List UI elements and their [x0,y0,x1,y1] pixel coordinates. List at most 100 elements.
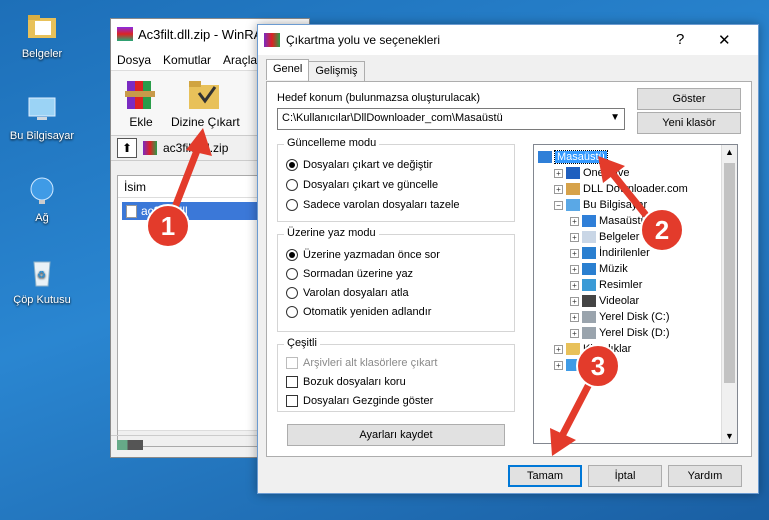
checkbox[interactable] [286,395,298,407]
up-folder-button[interactable]: ⬆ [117,138,137,158]
add-button[interactable]: Ekle [121,77,161,129]
expand-icon[interactable]: + [554,360,563,370]
expand-icon[interactable]: + [570,264,579,274]
ok-button[interactable]: Tamam [508,465,582,487]
expand-icon[interactable]: + [554,184,563,194]
menu-file[interactable]: Dosya [117,53,151,67]
music-icon [582,263,596,275]
radio-button[interactable] [286,199,298,211]
overwrite-option-skip[interactable]: Varolan dosyaları atla [286,287,409,299]
tab-strip: Genel Gelişmiş [266,59,365,82]
checkbox[interactable] [286,376,298,388]
tree-item-label: Bu Bilgisayar [583,199,648,211]
tree-item-label: Yerel Disk (C:) [599,311,670,323]
tab-advanced[interactable]: Gelişmiş [308,61,365,82]
extract-folder-icon [185,77,225,113]
tree-item-label: Belgeler [599,231,640,243]
overwrite-option-without-prompt[interactable]: Sormadan üzerine yaz [286,268,413,280]
tree-item[interactable]: + Yerel Disk (D:) [570,325,670,341]
option-label: Dosyaları Gezginde göster [303,395,434,407]
update-option-extract-replace[interactable]: Dosyaları çıkart ve değiştir [286,159,433,171]
radio-button[interactable] [286,287,298,299]
tree-item-label: DLL Downloader.com [583,183,688,195]
desktop-icon-documents[interactable]: Belgeler [4,10,80,60]
expand-icon[interactable]: + [570,248,579,258]
tree-item-label: Müzik [599,263,628,275]
expand-icon[interactable]: + [570,280,579,290]
show-button[interactable]: Göster [637,88,741,110]
tree-item-label: Videolar [599,295,640,307]
folder-tree[interactable]: ▲ ▼ Masaüstü + OneDrive + DLL Downloader.com… [533,144,738,444]
expand-icon[interactable]: + [554,344,563,354]
update-mode-title: Güncelleme modu [284,137,380,149]
network-icon [25,174,59,208]
option-label: Arşivleri alt klasörlere çıkart [303,357,438,369]
chevron-down-icon[interactable]: ▼ [610,112,620,123]
help-button[interactable]: Yardım [668,465,742,487]
recycle-bin-icon: ♻ [25,256,59,290]
tree-item[interactable]: + Belgeler [570,229,639,245]
overwrite-option-ask[interactable]: Üzerine yazmadan önce sor [286,249,440,261]
extract-to-button[interactable]: Dizine Çıkart [171,77,240,129]
scroll-down-icon[interactable]: ▼ [725,431,734,441]
radio-button[interactable] [286,159,298,171]
tree-item[interactable]: Masaüstü [538,149,608,165]
drive-icon [582,327,596,339]
annotation-marker-1: 1 [146,204,190,248]
tree-item[interactable]: + Masaüstü [570,213,647,229]
misc-option-keep-broken[interactable]: Bozuk dosyaları koru [286,376,406,388]
menu-tools[interactable]: Araçla [223,53,257,67]
tree-item[interactable]: + Resimler [570,277,642,293]
desktop-icon-label: Ağ [35,212,49,224]
menu-commands[interactable]: Komutlar [163,53,211,67]
option-label: Dosyaları çıkart ve güncelle [303,179,439,191]
cloud-icon [566,167,580,179]
archive-path: ac3filt.dll.zip [163,141,229,155]
scroll-up-icon[interactable]: ▲ [725,147,734,157]
overwrite-option-rename[interactable]: Otomatik yeniden adlandır [286,306,431,318]
option-label: Bozuk dosyaları koru [303,376,406,388]
radio-button[interactable] [286,306,298,318]
tree-item[interactable]: + İndirilenler [570,245,650,261]
expand-icon[interactable]: + [570,296,579,306]
radio-button[interactable] [286,179,298,191]
tree-item[interactable]: + Videolar [570,293,639,309]
cancel-button[interactable]: İptal [588,465,662,487]
tab-panel-general: Hedef konum (bulunmazsa oluşturulacak) C… [266,81,752,457]
expand-icon[interactable]: + [570,216,579,226]
option-label: Varolan dosyaları atla [303,287,409,299]
tree-item[interactable]: − Bu Bilgisayar [554,197,647,213]
radio-button[interactable] [286,268,298,280]
option-label: Sadece varolan dosyaları tazele [303,199,460,211]
misc-option-show-in-explorer[interactable]: Dosyaları Gezginde göster [286,395,433,407]
desktop-icon-network[interactable]: Ağ [4,174,80,224]
radio-button[interactable] [286,249,298,261]
update-option-extract-update[interactable]: Dosyaları çıkart ve güncelle [286,179,438,191]
scrollbar-thumb[interactable] [724,163,735,383]
destination-path-value: C:\Kullanıcılar\DllDownloader_com\Masaüs… [282,112,503,124]
vertical-scrollbar[interactable]: ▲ ▼ [721,145,737,443]
close-button[interactable]: ✕ [718,31,731,49]
tree-item[interactable]: + DLL Downloader.com [554,181,688,197]
expand-icon[interactable]: − [554,200,563,210]
expand-icon[interactable]: + [554,168,563,178]
tree-item[interactable]: + Müzik [570,261,628,277]
videos-icon [582,295,596,307]
help-title-button[interactable]: ? [676,31,684,48]
dll-file-icon [126,204,137,218]
expand-icon[interactable]: + [570,312,579,322]
winrar-title: Ac3filt.dll.zip - WinRA [138,26,263,42]
destination-path-combo[interactable]: C:\Kullanıcılar\DllDownloader_com\Masaüs… [277,108,625,130]
tab-general[interactable]: Genel [266,59,310,80]
expand-icon[interactable]: + [570,232,579,242]
winrar-app-icon [117,27,133,41]
expand-icon[interactable]: + [570,328,579,338]
desktop-icon-recycle-bin[interactable]: ♻ Çöp Kutusu [4,256,80,306]
desktop-icon-this-pc[interactable]: Bu Bilgisayar [4,92,80,142]
option-label: Otomatik yeniden adlandır [303,306,432,318]
save-settings-button[interactable]: Ayarları kaydet [287,424,505,446]
tree-item[interactable]: + OneDrive [554,165,629,181]
new-folder-button[interactable]: Yeni klasör [637,112,741,134]
update-option-freshen[interactable]: Sadece varolan dosyaları tazele [286,199,460,211]
tree-item[interactable]: + Yerel Disk (C:) [570,309,670,325]
